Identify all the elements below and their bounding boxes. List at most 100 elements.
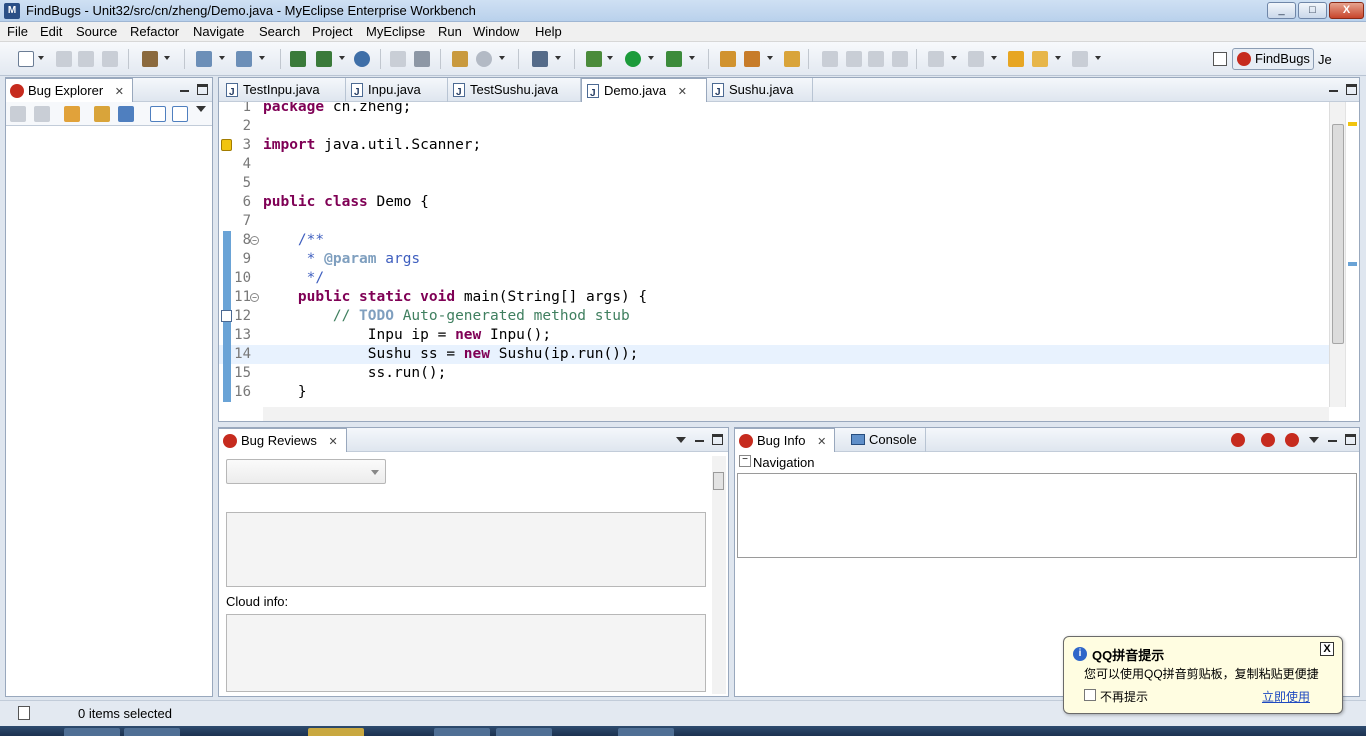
- open-task-icon[interactable]: [784, 51, 800, 67]
- filter-bugs-icon[interactable]: [118, 106, 134, 122]
- run-external-icon[interactable]: [666, 51, 682, 67]
- tab-bug-reviews[interactable]: Bug Reviews ✕: [218, 428, 347, 452]
- taskbar-button[interactable]: [496, 728, 552, 736]
- collapse-all-icon[interactable]: [172, 106, 188, 122]
- navigation-section-label[interactable]: Navigation: [739, 455, 814, 470]
- menu-file[interactable]: File: [7, 24, 28, 39]
- code-line[interactable]: 15 ss.run();: [219, 364, 1329, 383]
- perspective-java-button[interactable]: Je: [1318, 52, 1332, 67]
- overview-ruler[interactable]: [1345, 102, 1359, 407]
- close-icon[interactable]: ✕: [115, 86, 124, 98]
- code-line[interactable]: 2: [219, 117, 1329, 136]
- scroll-thumb[interactable]: [1332, 124, 1344, 344]
- scroll-thumb[interactable]: [713, 472, 724, 490]
- editor-vertical-scrollbar[interactable]: [1329, 102, 1345, 407]
- warning-icon[interactable]: [221, 139, 232, 151]
- tab-console[interactable]: Console: [847, 428, 926, 452]
- menu-navigate[interactable]: Navigate: [193, 24, 244, 39]
- menu-source[interactable]: Source: [76, 24, 117, 39]
- view-menu-icon[interactable]: [676, 437, 686, 443]
- close-icon[interactable]: ✕: [329, 436, 338, 448]
- bug-annotations-icon[interactable]: [1231, 433, 1245, 447]
- code-area[interactable]: 1 package cn.zheng; 2 3 import java.util.Sca…: [219, 102, 1359, 407]
- minimize-button[interactable]: _: [1267, 2, 1296, 19]
- bug-prev-icon[interactable]: [1261, 433, 1275, 447]
- taskbar-button[interactable]: [434, 728, 490, 736]
- notification-close-button[interactable]: X: [1320, 642, 1334, 656]
- code-line[interactable]: 11− public static void main(String[] arg…: [219, 288, 1329, 307]
- minimize-view-icon[interactable]: [695, 440, 704, 442]
- save-all-icon[interactable]: [78, 51, 94, 67]
- menu-search[interactable]: Search: [259, 24, 300, 39]
- maximize-button[interactable]: □: [1298, 2, 1327, 19]
- dont-show-again-checkbox[interactable]: [1084, 689, 1096, 701]
- minimize-view-icon[interactable]: [1329, 90, 1338, 92]
- use-now-link[interactable]: 立即使用: [1262, 688, 1310, 705]
- fold-toggle-icon[interactable]: −: [250, 236, 259, 245]
- code-line[interactable]: 6 public class Demo {: [219, 193, 1329, 212]
- review-comment-box[interactable]: [226, 512, 706, 587]
- code-line[interactable]: 13 Inpu ip = new Inpu();: [219, 326, 1329, 345]
- refresh-icon[interactable]: [64, 106, 80, 122]
- menu-project[interactable]: Project: [312, 24, 352, 39]
- fast-view-icon[interactable]: [18, 706, 30, 720]
- tab-bug-info[interactable]: Bug Info ✕: [734, 428, 836, 452]
- code-line[interactable]: 12 // TODO Auto-generated method stub: [219, 307, 1329, 326]
- cloud-info-box[interactable]: [226, 614, 706, 692]
- taskbar-button[interactable]: [308, 728, 364, 736]
- tab-testsushu-java[interactable]: TestSushu.java: [448, 78, 581, 104]
- tab-bug-explorer[interactable]: Bug Explorer ✕: [5, 78, 133, 102]
- open-type-icon[interactable]: [720, 51, 736, 67]
- task-icon[interactable]: [221, 310, 232, 322]
- taskbar-button[interactable]: [618, 728, 674, 736]
- run-icon[interactable]: [625, 51, 641, 67]
- fold-toggle-icon[interactable]: −: [250, 293, 259, 302]
- group-by-icon[interactable]: [94, 106, 110, 122]
- screenshot-icon[interactable]: [532, 51, 548, 67]
- search-icon[interactable]: [744, 51, 760, 67]
- menu-myeclipse[interactable]: MyEclipse: [366, 24, 425, 39]
- code-line[interactable]: 3 import java.util.Scanner;: [219, 136, 1329, 155]
- menu-refactor[interactable]: Refactor: [130, 24, 179, 39]
- close-window-button[interactable]: X: [1329, 2, 1364, 19]
- last-edit-icon[interactable]: [1008, 51, 1024, 67]
- bug-next-icon[interactable]: [1285, 433, 1299, 447]
- deploy-icon[interactable]: [290, 51, 306, 67]
- code-line[interactable]: 16 }: [219, 383, 1329, 402]
- taskbar-button[interactable]: [64, 728, 120, 736]
- globe-icon[interactable]: [354, 51, 370, 67]
- reviews-scrollbar[interactable]: [712, 456, 726, 694]
- code-line-current[interactable]: 14 Sushu ss = new Sushu(ip.run());: [219, 345, 1329, 364]
- designation-combo[interactable]: [226, 459, 386, 484]
- close-icon[interactable]: ✕: [817, 436, 826, 448]
- code-line[interactable]: 4: [219, 155, 1329, 174]
- report-icon[interactable]: [452, 51, 468, 67]
- ejb-project-icon[interactable]: [236, 51, 252, 67]
- back-icon[interactable]: [1032, 51, 1048, 67]
- database-icon[interactable]: [414, 51, 430, 67]
- maximize-view-icon[interactable]: [1346, 84, 1357, 95]
- menu-help[interactable]: Help: [535, 24, 562, 39]
- tab-inpu-java[interactable]: Inpu.java: [346, 78, 448, 104]
- run-server-icon[interactable]: [316, 51, 332, 67]
- code-line[interactable]: 8− /**: [219, 231, 1329, 250]
- perspective-findbugs-button[interactable]: FindBugs: [1232, 48, 1314, 70]
- save-icon[interactable]: [56, 51, 72, 67]
- code-line[interactable]: 7: [219, 212, 1329, 231]
- code-line[interactable]: 9 * @param args: [219, 250, 1329, 269]
- code-line[interactable]: 10 */: [219, 269, 1329, 288]
- expand-all-icon[interactable]: [150, 106, 166, 122]
- close-icon[interactable]: ✕: [678, 86, 687, 98]
- minimize-view-icon[interactable]: [1328, 440, 1337, 442]
- tab-demo-java[interactable]: Demo.java ✕: [581, 78, 707, 105]
- editor-horizontal-scrollbar[interactable]: [263, 407, 1329, 421]
- tab-sushu-java[interactable]: Sushu.java: [707, 78, 813, 104]
- maximize-view-icon[interactable]: [1345, 434, 1356, 445]
- server-icon[interactable]: [142, 51, 158, 67]
- task-marker-icon[interactable]: [1348, 262, 1357, 266]
- menu-window[interactable]: Window: [473, 24, 519, 39]
- code-line[interactable]: 5: [219, 174, 1329, 193]
- tab-testinpu-java[interactable]: TestInpu.java: [221, 78, 346, 104]
- view-menu-icon[interactable]: [1309, 437, 1319, 443]
- debug-icon[interactable]: [586, 51, 602, 67]
